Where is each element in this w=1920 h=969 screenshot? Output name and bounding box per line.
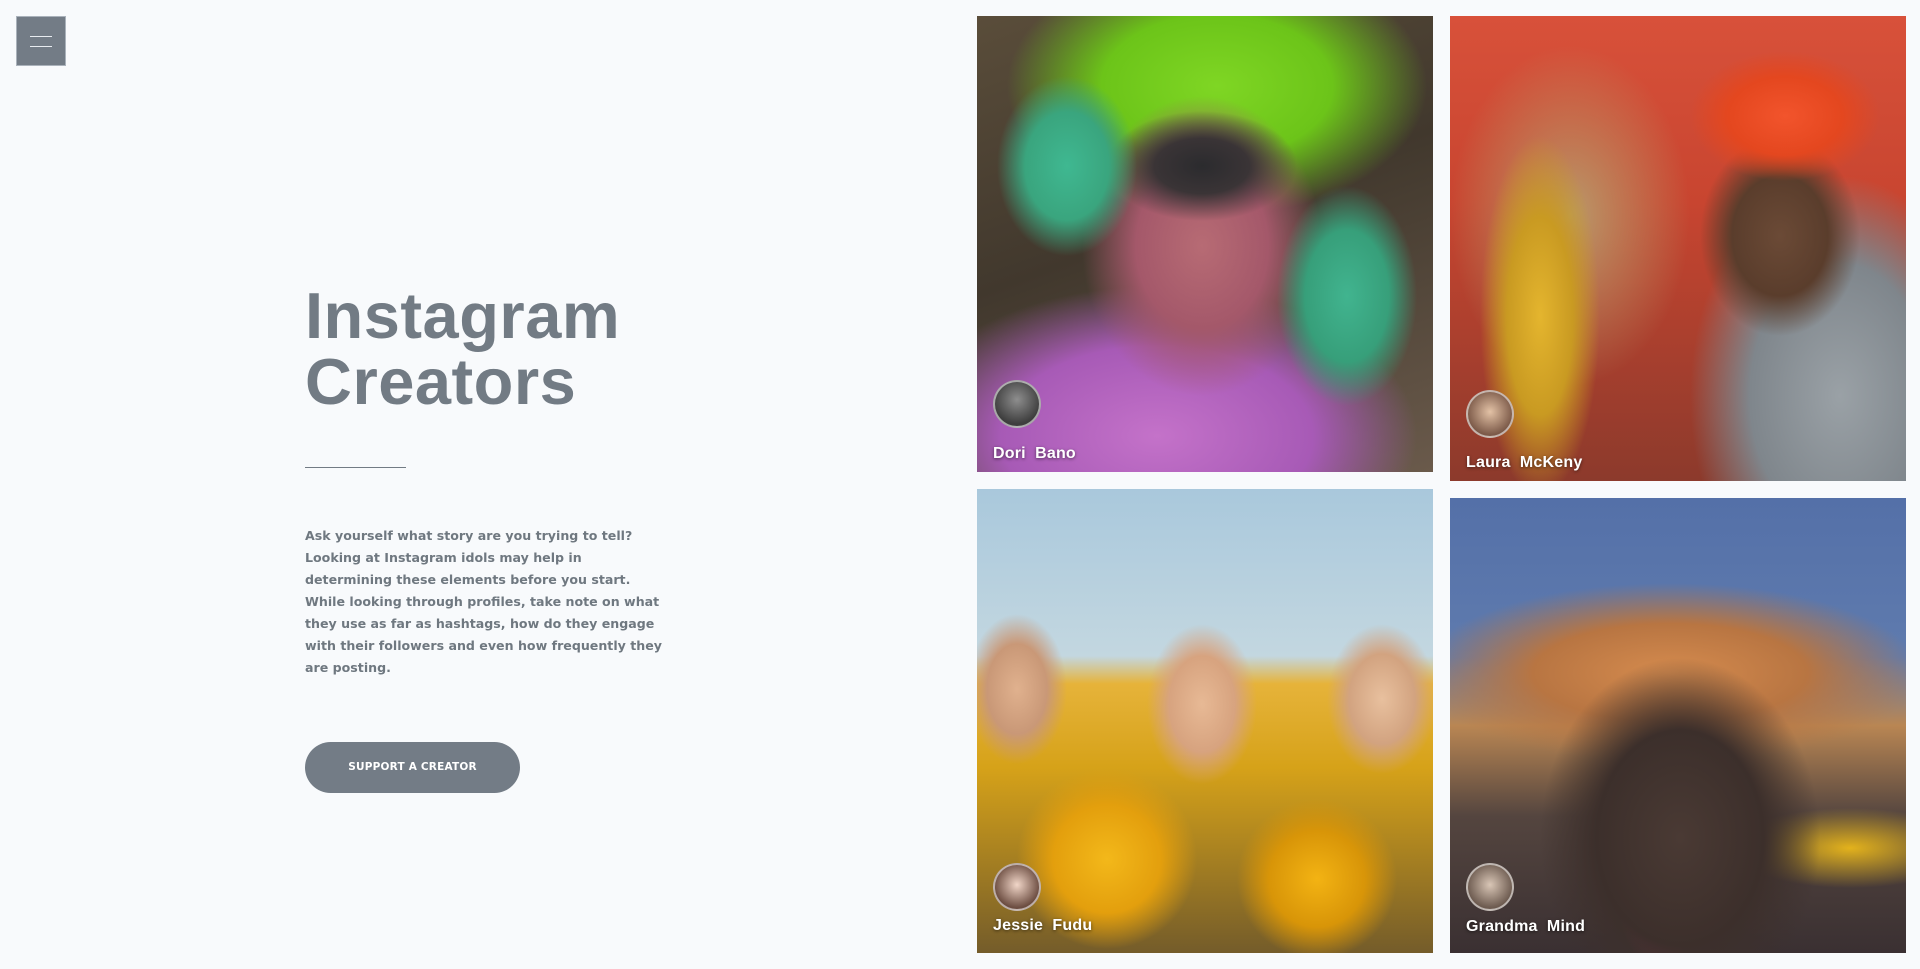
hamburger-menu-icon bbox=[30, 36, 52, 37]
creator-card[interactable]: Dori Bano bbox=[977, 16, 1433, 472]
creator-photo bbox=[977, 16, 1433, 472]
creator-photo bbox=[977, 489, 1433, 953]
menu-button[interactable] bbox=[16, 16, 66, 66]
page-title-line-1: Instagram bbox=[305, 279, 621, 352]
creator-photo bbox=[1450, 16, 1906, 481]
page-title: Instagram Creators bbox=[305, 283, 685, 415]
creator-photo bbox=[1450, 498, 1906, 953]
avatar bbox=[1466, 390, 1514, 438]
page-title-line-2: Creators bbox=[305, 345, 577, 418]
creator-card[interactable]: Grandma Mind bbox=[1450, 498, 1906, 953]
hero-section: Instagram Creators Ask yourself what sto… bbox=[305, 283, 685, 793]
creator-name: Grandma Mind bbox=[1466, 918, 1586, 935]
hamburger-menu-icon-line bbox=[30, 46, 52, 47]
creator-name: Jessie Fudu bbox=[993, 917, 1093, 934]
creator-card[interactable]: Jessie Fudu bbox=[977, 489, 1433, 953]
creator-name: Dori Bano bbox=[993, 445, 1076, 462]
hero-description: Ask yourself what story are you trying t… bbox=[305, 528, 662, 675]
creator-card[interactable]: Laura McKeny bbox=[1450, 16, 1906, 481]
support-creator-button[interactable]: SUPPORT A CREATOR bbox=[305, 741, 520, 793]
avatar bbox=[993, 380, 1041, 428]
title-divider bbox=[305, 467, 406, 468]
avatar bbox=[993, 863, 1041, 911]
avatar bbox=[1466, 863, 1514, 911]
creator-name: Laura McKeny bbox=[1466, 454, 1583, 471]
